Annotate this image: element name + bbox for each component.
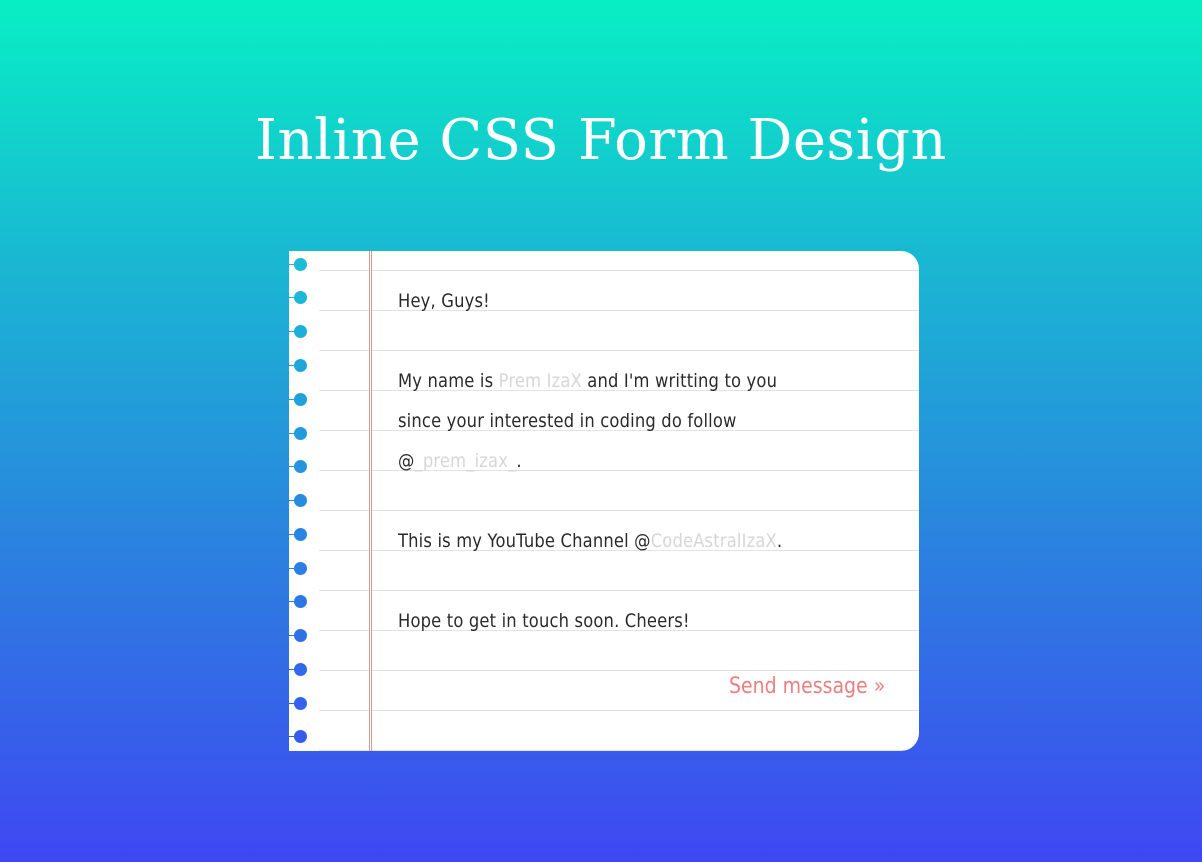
binder-hole (289, 325, 307, 338)
notebook-paper-form: Hey, Guys! My name is Prem IzaX and I'm … (289, 251, 919, 751)
greeting-text: Hey, Guys! (398, 290, 490, 312)
intro-suffix-text: . (516, 450, 522, 472)
binder-hole (289, 393, 307, 406)
name-field[interactable]: Prem IzaX (499, 370, 582, 392)
margin-line (369, 251, 372, 751)
channel-suffix-text: . (776, 530, 783, 552)
binder-hole (289, 730, 307, 743)
closing-line: Hope to get in touch soon. Cheers! (398, 601, 802, 641)
channel-paragraph: This is my YouTube Channel @CodeAstralIz… (398, 521, 802, 561)
binder-hole (289, 663, 307, 676)
channel-prefix-text: This is my YouTube Channel @ (398, 530, 651, 552)
binder-hole (289, 291, 307, 304)
binder-hole (289, 359, 307, 372)
letter-body: Hey, Guys! My name is Prem IzaX and I'm … (398, 281, 802, 681)
closing-text: Hope to get in touch soon. Cheers! (398, 610, 690, 632)
binder-hole (289, 629, 307, 642)
channel-field[interactable]: CodeAstralIzaX (651, 530, 777, 552)
page-title: Inline CSS Form Design (254, 108, 948, 173)
handle-field[interactable]: _prem_izax_ (415, 450, 517, 472)
intro-paragraph: My name is Prem IzaX and I'm writting to… (398, 361, 802, 481)
binder-hole (289, 427, 307, 440)
send-message-button[interactable]: Send message » (729, 674, 885, 699)
binder-hole (289, 494, 307, 507)
binder-hole (289, 697, 307, 710)
binder-hole (289, 528, 307, 541)
binder-hole (289, 595, 307, 608)
binder-hole (289, 258, 307, 271)
binder-hole (289, 460, 307, 473)
intro-prefix-text: My name is (398, 370, 494, 392)
greeting-line: Hey, Guys! (398, 281, 802, 321)
binder-hole (289, 562, 307, 575)
